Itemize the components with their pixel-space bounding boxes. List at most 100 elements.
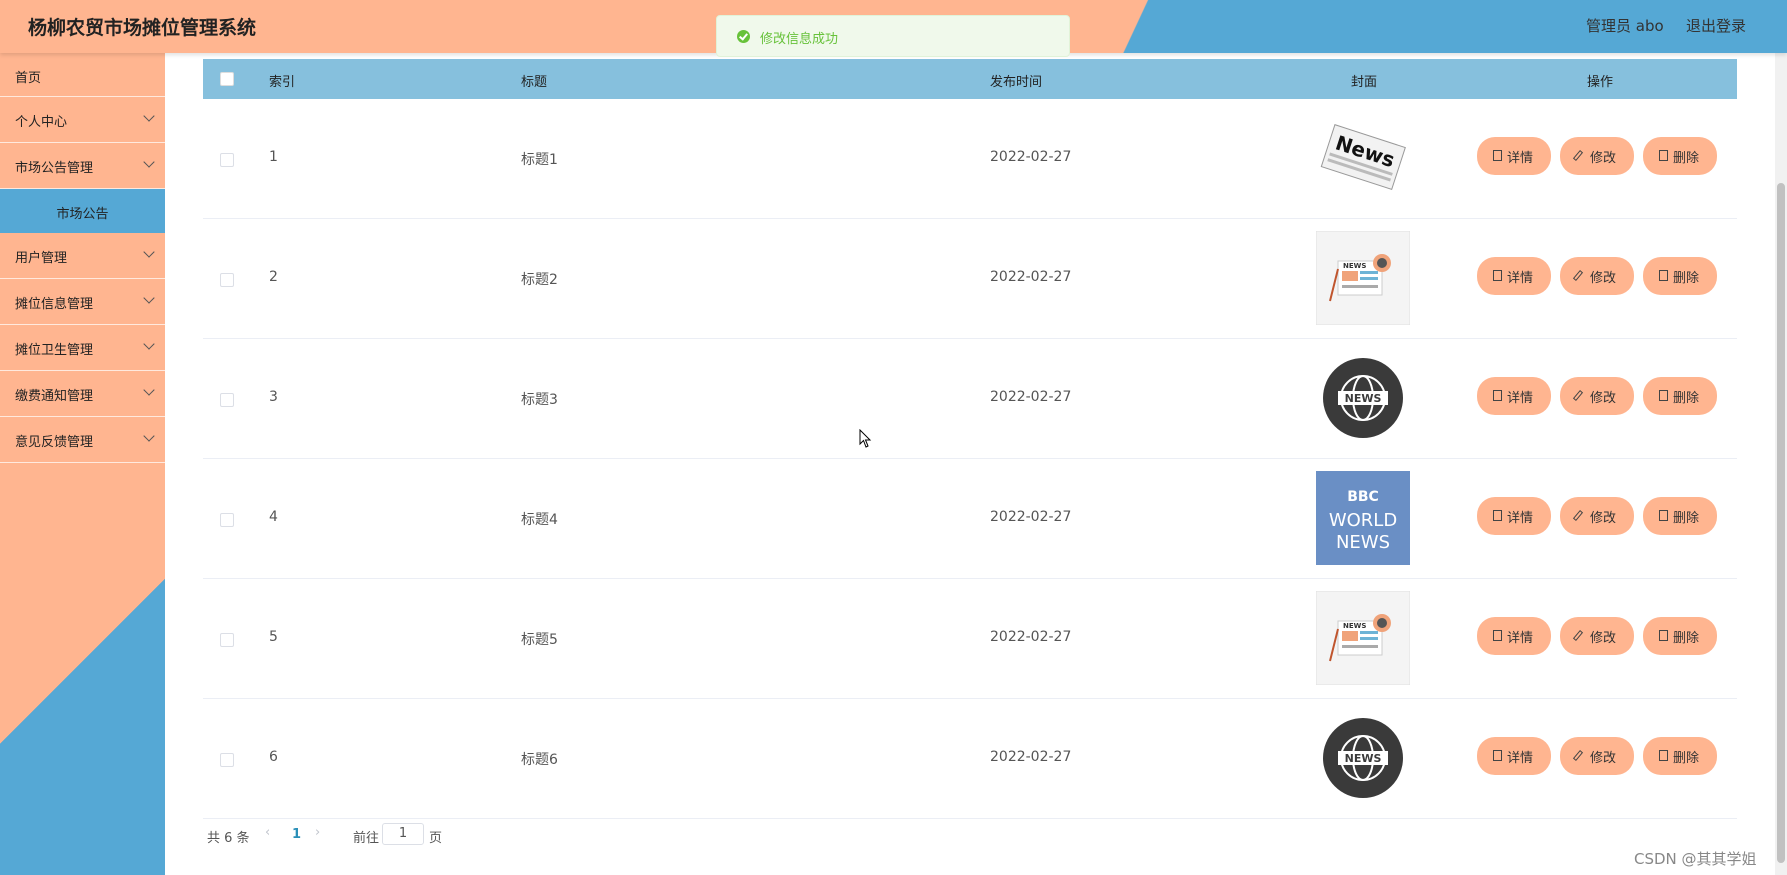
delete-button[interactable]: 删除 — [1645, 379, 1715, 413]
sidebar: 首页 个人中心 市场公告管理 市场公告 用户管理 摊位信息管理 摊位卫生管理 缴… — [0, 53, 165, 875]
delete-button[interactable]: 删除 — [1645, 739, 1715, 773]
sidebar-item-stall-info[interactable]: 摊位信息管理 — [0, 279, 165, 325]
row-index: 5 — [269, 629, 278, 645]
sidebar-item-label: 首页 — [15, 71, 42, 86]
delete-label: 删除 — [1673, 751, 1700, 766]
delete-label: 删除 — [1673, 631, 1700, 646]
row-index: 4 — [269, 509, 278, 525]
page-jump-input[interactable]: 1 — [382, 823, 424, 845]
delete-button[interactable]: 删除 — [1645, 499, 1715, 533]
detail-button[interactable]: 详情 — [1479, 139, 1549, 173]
edit-button[interactable]: 修改 — [1562, 739, 1632, 773]
detail-label: 详情 — [1507, 391, 1534, 406]
delete-button[interactable]: 删除 — [1645, 259, 1715, 293]
news-globe-cover-image: NEWS — [1323, 358, 1403, 438]
document-icon — [1493, 270, 1502, 281]
pagination-total: 共 6 条 — [207, 831, 250, 846]
document-icon — [1493, 510, 1502, 521]
trash-icon — [1659, 150, 1668, 161]
header-date: 发布时间 — [990, 75, 1043, 90]
pencil-icon — [1572, 510, 1584, 521]
detail-button[interactable]: 详情 — [1479, 379, 1549, 413]
detail-button[interactable]: 详情 — [1479, 499, 1549, 533]
page-suffix-label: 页 — [429, 831, 443, 846]
row-checkbox[interactable] — [220, 753, 234, 767]
row-title: 标题6 — [521, 752, 558, 768]
row-checkbox[interactable] — [220, 513, 234, 527]
detail-label: 详情 — [1507, 511, 1534, 526]
row-date: 2022-02-27 — [990, 509, 1072, 525]
news-illustration-cover-image: NEWS — [1316, 231, 1410, 325]
table-header: 索引 标题 发布时间 封面 操作 — [203, 59, 1737, 99]
success-toast: 修改信息成功 — [716, 15, 1070, 57]
page-number-current[interactable]: 1 — [292, 827, 301, 842]
chevron-down-icon — [143, 292, 155, 304]
illustration-text: NEWS — [1343, 262, 1366, 270]
detail-button[interactable]: 详情 — [1479, 739, 1549, 773]
trash-icon — [1659, 270, 1668, 281]
delete-label: 删除 — [1673, 151, 1700, 166]
delete-button[interactable]: 删除 — [1645, 139, 1715, 173]
goto-label: 前往 — [353, 831, 380, 846]
logout-link[interactable]: 退出登录 — [1686, 15, 1746, 36]
header-ops: 操作 — [1587, 75, 1614, 90]
sidebar-subitem-label: 市场公告 — [56, 207, 109, 222]
row-checkbox[interactable] — [220, 633, 234, 647]
sidebar-item-notice-management[interactable]: 市场公告管理 — [0, 143, 165, 189]
select-all-checkbox[interactable] — [220, 72, 234, 86]
sidebar-item-label: 个人中心 — [15, 115, 68, 130]
edit-button[interactable]: 修改 — [1562, 139, 1632, 173]
edit-button[interactable]: 修改 — [1562, 379, 1632, 413]
delete-button[interactable]: 删除 — [1645, 619, 1715, 653]
sidebar-item-user-management[interactable]: 用户管理 — [0, 233, 165, 279]
prev-page-button[interactable]: ‹ — [265, 825, 270, 840]
chevron-down-icon — [143, 338, 155, 350]
row-index: 3 — [269, 389, 278, 405]
trash-icon — [1659, 750, 1668, 761]
globe-text: NEWS — [1345, 392, 1382, 405]
chevron-down-icon — [143, 110, 155, 122]
illustration-text: NEWS — [1343, 622, 1366, 630]
next-page-button[interactable]: › — [315, 825, 320, 840]
pencil-icon — [1572, 750, 1584, 761]
header-title: 标题 — [521, 75, 548, 90]
scrollbar-thumb[interactable] — [1777, 183, 1785, 863]
detail-label: 详情 — [1507, 751, 1534, 766]
trash-icon — [1659, 510, 1668, 521]
news-globe-cover-image: NEWS — [1323, 718, 1403, 798]
sidebar-item-personal-center[interactable]: 个人中心 — [0, 97, 165, 143]
row-index: 1 — [269, 149, 278, 165]
edit-button[interactable]: 修改 — [1562, 619, 1632, 653]
edit-button[interactable]: 修改 — [1562, 259, 1632, 293]
detail-button[interactable]: 详情 — [1479, 619, 1549, 653]
row-checkbox[interactable] — [220, 153, 234, 167]
delete-label: 删除 — [1673, 511, 1700, 526]
row-index: 6 — [269, 749, 278, 765]
document-icon — [1493, 390, 1502, 401]
trash-icon — [1659, 630, 1668, 641]
sidebar-item-feedback[interactable]: 意见反馈管理 — [0, 417, 165, 463]
row-date: 2022-02-27 — [990, 149, 1072, 165]
bbc-world-news-cover-image: BBC WORLD NEWS — [1316, 471, 1410, 565]
edit-label: 修改 — [1590, 151, 1617, 166]
edit-button[interactable]: 修改 — [1562, 499, 1632, 533]
sidebar-item-stall-hygiene[interactable]: 摊位卫生管理 — [0, 325, 165, 371]
chevron-down-icon — [143, 384, 155, 396]
mouse-cursor-icon — [859, 429, 872, 448]
edit-label: 修改 — [1590, 751, 1617, 766]
vertical-scrollbar[interactable] — [1775, 53, 1787, 875]
notice-table: 索引 标题 发布时间 封面 操作 1 标题1 2022-02-27 News 详… — [203, 59, 1737, 819]
check-circle-icon — [737, 30, 750, 43]
edit-label: 修改 — [1590, 631, 1617, 646]
sidebar-item-label: 用户管理 — [15, 251, 68, 266]
row-checkbox[interactable] — [220, 273, 234, 287]
table-row: 2 标题2 2022-02-27 NEWS 详情 修改 删除 — [203, 219, 1737, 339]
sidebar-subitem-market-notice[interactable]: 市场公告 — [0, 189, 165, 233]
sidebar-item-payment-notice[interactable]: 缴费通知管理 — [0, 371, 165, 417]
chevron-down-icon — [143, 430, 155, 442]
row-checkbox[interactable] — [220, 393, 234, 407]
newspaper-cover-image: News — [1320, 124, 1406, 191]
detail-button[interactable]: 详情 — [1479, 259, 1549, 293]
sidebar-item-home[interactable]: 首页 — [0, 53, 165, 97]
header-cover: 封面 — [1351, 75, 1378, 90]
